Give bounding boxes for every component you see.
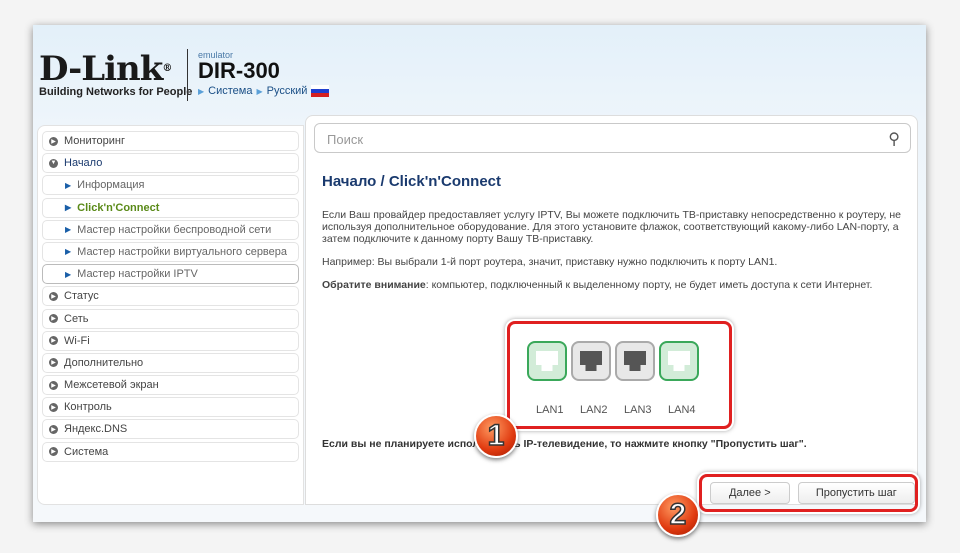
lan-port-label: LAN2: [580, 404, 608, 416]
expand-icon: ▶: [49, 402, 58, 412]
skip-step-button[interactable]: Пропустить шаг: [797, 482, 915, 504]
sidebar-item-label: Система: [64, 445, 109, 458]
sidebar-item[interactable]: ▶ Статус: [42, 286, 299, 307]
sidebar-item-label: Дополнительно: [64, 356, 144, 369]
sidebar-item[interactable]: ▶ Система: [42, 441, 299, 462]
sidebar-item-label: Click'n'Connect: [77, 201, 160, 214]
bullet-arrow-icon: ▶: [65, 269, 72, 279]
tagline: Building Networks for People: [39, 86, 193, 98]
search-placeholder: Поиск: [327, 132, 364, 147]
dlink-logo: D-Link® Building Networks for People: [39, 49, 193, 98]
header-divider: [187, 49, 188, 101]
lan-port-label: LAN4: [668, 404, 696, 416]
sidebar-item[interactable]: ▶ Информация: [42, 175, 299, 196]
description: Если Ваш провайдер предоставляет услугу …: [322, 209, 907, 302]
ethernet-port-icon: [580, 351, 602, 371]
sidebar-item-label: Статус: [64, 290, 99, 303]
expand-icon: ▶: [49, 291, 58, 301]
sidebar-item-label: Яндекс.DNS: [64, 423, 128, 436]
lan-port-toggle[interactable]: [571, 341, 611, 381]
language-link[interactable]: Русский: [267, 85, 308, 97]
expand-icon: ▶: [49, 358, 58, 368]
system-menu-link[interactable]: Система: [208, 85, 252, 97]
sidebar-item-label: Информация: [77, 179, 145, 192]
bullet-arrow-icon: ▶: [65, 225, 72, 235]
sidebar-item[interactable]: ▶ Дополнительно: [42, 352, 299, 373]
bullet-arrow-icon: ▶: [65, 180, 72, 190]
bullet-arrow-icon: ▶: [65, 203, 72, 213]
russia-flag-icon[interactable]: [311, 85, 330, 97]
next-button[interactable]: Далее >: [710, 482, 790, 504]
bullet-arrow-icon: ▶: [65, 247, 72, 257]
expand-icon: ▶: [49, 336, 58, 346]
collapse-icon: ▼: [49, 158, 58, 168]
model-name: DIR-300: [198, 58, 280, 83]
sidebar-item[interactable]: ▶ Яндекс.DNS: [42, 419, 299, 440]
skip-note: Если вы не планируете использовать IP-те…: [322, 438, 807, 450]
warning-label: Обратите внимание: [322, 279, 426, 291]
sidebar-item-label: Мониторинг: [64, 135, 126, 147]
ethernet-port-icon: [668, 351, 690, 371]
ethernet-port-icon: [624, 351, 646, 371]
main-panel: Поиск ⚲ Начало / Click'n'Connect Если Ва…: [305, 115, 918, 512]
sidebar-item-label: Межсетевой экран: [64, 379, 159, 392]
warning-text: : компьютер, подключенный к выделенному …: [425, 279, 873, 291]
sidebar-item[interactable]: ▶ Мастер настройки IPTV: [42, 264, 299, 285]
annotation-badge-2: 2: [656, 493, 700, 537]
lan-port-label: LAN1: [536, 404, 564, 416]
search-icon[interactable]: ⚲: [888, 129, 900, 149]
page-title: Начало / Click'n'Connect: [322, 173, 501, 190]
expand-icon: ▶: [49, 447, 58, 457]
sidebar-item[interactable]: ▶ Click'n'Connect: [42, 197, 299, 218]
buttons-highlight: Далее > Пропустить шаг: [699, 474, 918, 512]
expand-icon: ▶: [49, 424, 58, 434]
model-info: emulator DIR-300 ▶ Система ▶ Русский: [198, 50, 330, 97]
lan-port-toggle[interactable]: [615, 341, 655, 381]
search-input[interactable]: Поиск ⚲: [314, 123, 911, 153]
lan-port-toggle[interactable]: [527, 341, 567, 381]
sidebar-item-label: Мастер настройки беспроводной сети: [77, 223, 272, 236]
sidebar-item[interactable]: ▶ Межсетевой экран: [42, 375, 299, 396]
description-paragraph: Если Ваш провайдер предоставляет услугу …: [322, 209, 901, 245]
lan-ports-highlight: LAN1 LAN2 LAN3 LAN4: [507, 321, 732, 429]
arrow-icon: ▶: [198, 86, 205, 96]
sidebar-item-label: Мастер настройки IPTV: [77, 268, 198, 281]
annotation-badge-1: 1: [474, 414, 518, 458]
sidebar-item-label: Сеть: [64, 312, 89, 325]
expand-icon: ▶: [49, 380, 58, 390]
ethernet-port-icon: [536, 351, 558, 371]
expand-icon: ▶: [49, 136, 58, 146]
expand-icon: ▶: [49, 314, 58, 323]
sidebar-item[interactable]: ▼ Начало: [42, 153, 299, 174]
warning-paragraph: Обратите внимание: компьютер, подключенн…: [322, 279, 907, 291]
sidebar-item[interactable]: ▶ Контроль: [42, 397, 299, 418]
brand-text: D-Link: [39, 49, 163, 89]
sidebar-item-label: Мастер настройки виртуального сервера: [77, 245, 288, 258]
lan-port-label: LAN3: [624, 404, 652, 416]
arrow-icon: ▶: [256, 86, 263, 96]
sidebar-item[interactable]: ▶ Сеть: [42, 308, 299, 329]
lan-port-toggle[interactable]: [659, 341, 699, 381]
sidebar-item[interactable]: ▶ Мониторинг: [42, 131, 299, 151]
sidebar-item[interactable]: ▶ Мастер настройки виртуального сервера: [42, 241, 299, 262]
sidebar-menu: ▶ Мониторинг ▼ Начало ▶ Информация ▶ Click'n'Co…: [37, 125, 304, 505]
sidebar-item-label: Начало: [64, 157, 103, 170]
sidebar-item-label: Wi-Fi: [64, 334, 90, 347]
sidebar-item[interactable]: ▶ Wi-Fi: [42, 330, 299, 351]
sidebar-item-label: Контроль: [64, 401, 112, 414]
sidebar-item[interactable]: ▶ Мастер настройки беспроводной сети: [42, 219, 299, 240]
example-paragraph: Например: Вы выбрали 1-й порт роутера, з…: [322, 256, 778, 268]
